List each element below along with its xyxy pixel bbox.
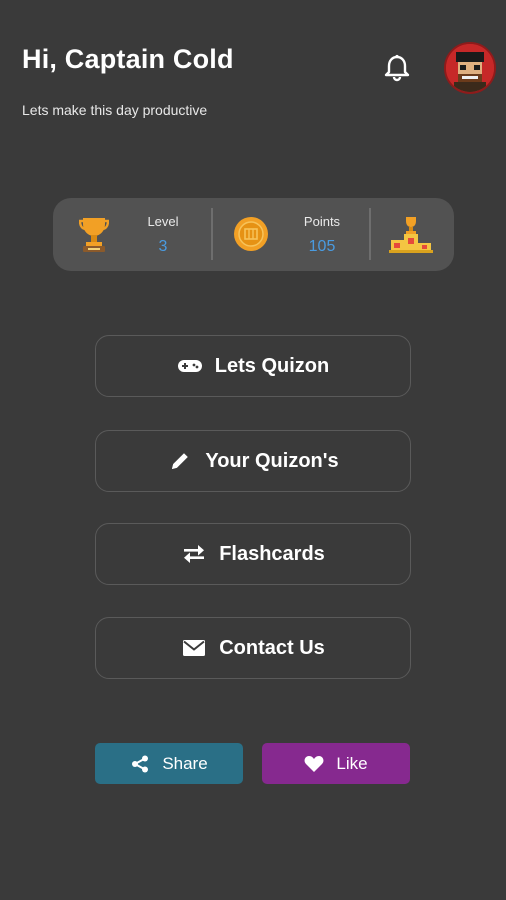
contact-us-button[interactable]: Contact Us — [95, 617, 411, 679]
your-quizons-button[interactable]: Your Quizon's — [95, 430, 411, 492]
heart-icon — [304, 755, 324, 773]
lets-quizon-button[interactable]: Lets Quizon — [95, 335, 411, 397]
level-label: Level — [147, 214, 179, 229]
coin-icon — [233, 216, 269, 257]
flashcards-label: Flashcards — [219, 542, 325, 565]
greeting-subtitle: Lets make this day productive — [22, 102, 208, 118]
points-label: Points — [303, 214, 341, 229]
stats-divider — [369, 208, 371, 260]
contact-us-label: Contact Us — [219, 636, 325, 659]
avatar[interactable] — [444, 42, 496, 94]
like-label: Like — [336, 753, 368, 773]
flashcards-button[interactable]: Flashcards — [95, 523, 411, 585]
level-value: 3 — [158, 238, 168, 255]
share-button[interactable]: Share — [95, 743, 243, 784]
share-label: Share — [162, 753, 208, 773]
gamepad-icon — [177, 355, 203, 377]
stats-divider — [211, 208, 213, 260]
your-quizons-label: Your Quizon's — [205, 449, 339, 472]
podium-icon[interactable] — [389, 214, 433, 259]
trophy-icon — [78, 214, 110, 259]
like-button[interactable]: Like — [262, 743, 410, 784]
bell-icon[interactable] — [381, 52, 413, 84]
pencil-icon — [167, 450, 193, 472]
swap-arrows-icon — [181, 543, 207, 565]
greeting-title: Hi, Captain Cold — [22, 44, 234, 74]
points-value: 105 — [308, 238, 336, 255]
envelope-icon — [181, 637, 207, 659]
lets-quizon-label: Lets Quizon — [214, 354, 330, 377]
stats-card: Level 3 Points 105 — [53, 198, 454, 271]
share-icon — [130, 755, 150, 773]
